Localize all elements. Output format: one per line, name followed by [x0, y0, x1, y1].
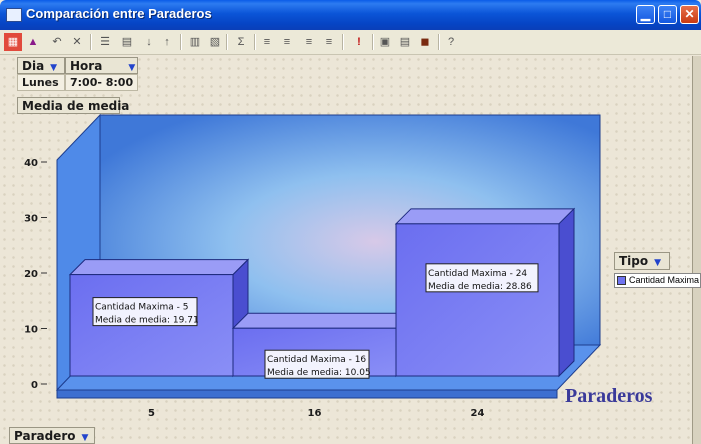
data-label: Cantidad Maxima - 5: [95, 303, 188, 313]
data-label: Cantidad Maxima - 16: [267, 355, 366, 365]
series-field-button[interactable]: Tipo ▼: [614, 252, 670, 270]
data-label: Media de media: 19.71: [95, 316, 199, 326]
x-tick-label: 5: [148, 408, 155, 419]
bar-side: [558, 207, 575, 378]
chart-floor-edge: [56, 389, 558, 399]
category-field-button[interactable]: Paradero ▼: [9, 427, 95, 444]
legend-label: Cantidad Maxima: [629, 275, 700, 285]
bar-top: [231, 312, 413, 329]
x-axis: 5 16 24: [148, 408, 484, 419]
data-label: Cantidad Maxima - 24: [428, 269, 527, 279]
dropdown-arrow-icon: ▼: [654, 258, 662, 268]
y-tick-label: 40: [24, 158, 38, 169]
bar: [395, 223, 560, 377]
y-tick-label: 10: [24, 325, 38, 336]
category-field-label: Paradero: [14, 429, 76, 443]
y-tick-label: 20: [24, 269, 38, 280]
legend-item[interactable]: Cantidad Maxima: [614, 273, 701, 288]
y-tick-label: 0: [31, 380, 38, 391]
bar-top: [68, 259, 250, 276]
bar-top: [394, 208, 576, 225]
legend-swatch: [617, 276, 626, 286]
x-tick-label: 16: [308, 408, 322, 419]
data-label: Media de media: 10.05: [267, 368, 371, 378]
y-axis: 0 10 20 30 40: [24, 158, 47, 391]
x-axis-title: Paraderos: [565, 385, 653, 407]
dropdown-arrow-icon: ▼: [81, 433, 89, 443]
y-tick-label: 30: [24, 214, 38, 225]
x-tick-label: 24: [471, 408, 485, 419]
chart-svg: 0 10 20 30 40 Cantidad Maxima - 5 Media de me…: [24, 113, 653, 419]
data-label: Media de media: 28.86: [428, 282, 532, 292]
series-field-label: Tipo: [619, 254, 649, 268]
